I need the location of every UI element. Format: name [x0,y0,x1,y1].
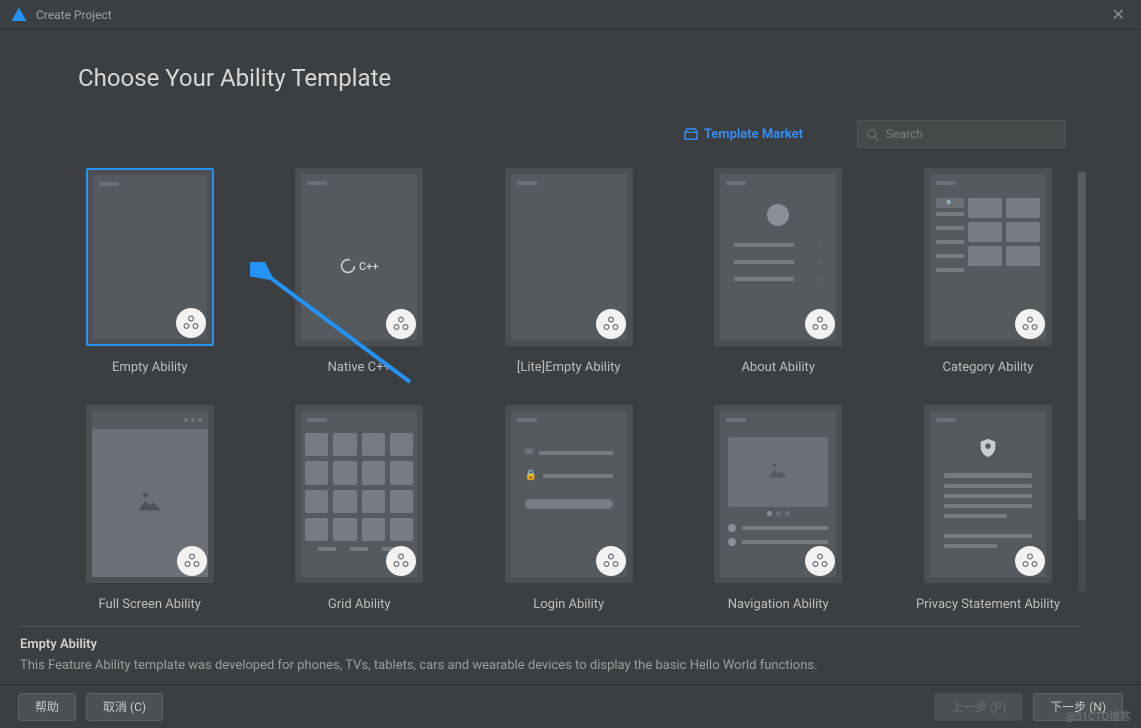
window-title: Create Project [36,8,1106,22]
template-label: Empty Ability [112,360,187,375]
template-card-empty[interactable]: Empty Ability [78,168,221,375]
image-icon [136,487,164,519]
template-card-native-cpp[interactable]: C++ Native C++ [287,168,431,375]
title-bar: Create Project ✕ [0,0,1141,30]
template-card-grid[interactable]: Grid Ability [287,405,431,612]
template-card-fullscreen[interactable]: Full Screen Ability [78,405,221,612]
template-label: Privacy Statement Ability [916,597,1060,612]
next-button[interactable]: 下一步 (N) [1033,693,1123,721]
harmony-icon [1015,546,1045,576]
template-label: About Ability [741,360,815,375]
template-label: Category Ability [943,360,1034,375]
footer: 帮助 取消 (C) 上一步 (P) 下一步 (N) [0,684,1141,728]
cancel-button[interactable]: 取消 (C) [86,693,163,721]
search-icon [866,127,880,141]
template-label: Native C++ [328,360,391,375]
template-label: Login Ability [533,597,604,612]
lock-icon: 🔒 [525,470,537,481]
harmony-icon [176,308,206,338]
template-card-lite-empty[interactable]: [Lite]Empty Ability [497,168,640,375]
template-gallery: Empty Ability C++ Native C++ [78,168,1060,612]
mail-icon: ✉ [525,447,533,458]
template-market-link[interactable]: Template Market [684,127,803,142]
search-input[interactable] [886,127,1056,141]
image-icon [767,459,789,485]
template-card-login[interactable]: ✉ 🔒 Login Ability [497,405,640,612]
market-icon [684,128,698,140]
harmony-icon [1015,309,1045,339]
template-label: Full Screen Ability [99,597,201,612]
template-market-label: Template Market [704,127,803,142]
app-logo-icon [10,6,28,24]
harmony-icon [177,546,207,576]
previous-button[interactable]: 上一步 (P) [934,693,1023,721]
scrollbar-thumb[interactable] [1078,172,1086,520]
template-card-about[interactable]: › › › About Ability [706,168,850,375]
close-button[interactable]: ✕ [1106,5,1131,24]
harmony-icon [596,546,626,576]
gallery-scrollbar[interactable] [1078,172,1086,592]
page-title: Choose Your Ability Template [78,64,1089,92]
template-card-category[interactable]: 🔍 Category Ability [916,168,1060,375]
template-label: Grid Ability [328,597,391,612]
template-card-navigation[interactable]: Navigation Ability [706,405,850,612]
description-text: This Feature Ability template was develo… [20,658,1080,673]
template-card-privacy[interactable]: Privacy Statement Ability [916,405,1060,612]
template-label: Navigation Ability [728,597,829,612]
search-box[interactable] [857,120,1065,148]
harmony-icon [596,309,626,339]
help-button[interactable]: 帮助 [18,693,76,721]
description-block: Empty Ability This Feature Ability templ… [20,637,1080,673]
shield-icon [977,437,999,463]
divider [20,626,1080,627]
description-title: Empty Ability [20,637,1080,652]
template-label: [Lite]Empty Ability [517,360,621,375]
